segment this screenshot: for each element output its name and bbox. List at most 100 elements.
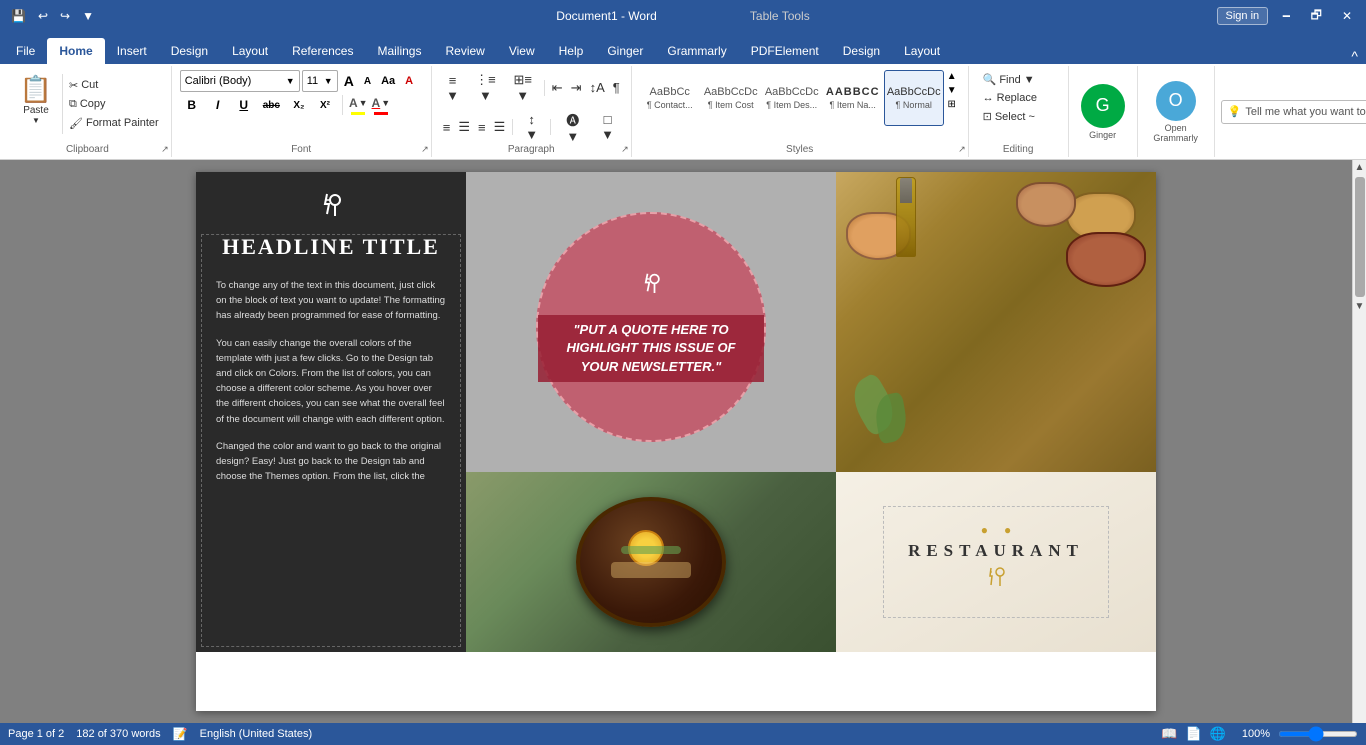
style-item-itemname[interactable]: AABBCC ¶ Item Na... [823, 70, 883, 126]
justify-button[interactable]: ☰ [491, 117, 509, 137]
customize-qat-button[interactable]: ▼ [79, 7, 97, 25]
ginger-icon[interactable]: G [1081, 84, 1125, 128]
save-button[interactable]: 💾 [8, 7, 29, 25]
close-button[interactable]: ✕ [1336, 7, 1358, 25]
subscript-button[interactable]: X₂ [287, 98, 311, 113]
show-marks-button[interactable]: ¶ [610, 78, 623, 97]
align-right-button[interactable]: ≡ [475, 118, 489, 137]
vertical-scrollbar[interactable]: ▲ ▼ [1352, 160, 1366, 723]
grow-font-button[interactable]: A [340, 72, 358, 90]
paragraph-expander[interactable]: ↗ [621, 144, 629, 155]
spice-bowl-2 [1016, 182, 1076, 227]
style-item-itemdes[interactable]: AaBbCcDc ¶ Item Des... [762, 70, 822, 126]
tab-ginger[interactable]: Ginger [595, 38, 655, 64]
body-text-1[interactable]: To change any of the text in this docume… [216, 278, 446, 324]
collapse-ribbon-button[interactable]: ^ [1347, 48, 1362, 64]
print-layout-icon[interactable]: 📄 [1185, 726, 1201, 742]
tab-mailings[interactable]: Mailings [365, 38, 433, 64]
cut-button[interactable]: ✂ Cut [65, 77, 163, 94]
tab-grammarly[interactable]: Grammarly [655, 38, 738, 64]
restore-button[interactable]: 🗗 [1305, 4, 1328, 29]
minimize-button[interactable]: 🗕 [1276, 4, 1297, 29]
sort-button[interactable]: ↕A [587, 78, 608, 97]
format-painter-button[interactable]: 🖌 Format Painter [65, 115, 163, 132]
shading-button[interactable]: 🅐 ▼ [555, 108, 590, 146]
font-color-button[interactable]: A ▼ [371, 95, 392, 111]
style-item-normal[interactable]: AaBbCcDc ¶ Normal [884, 70, 944, 126]
read-mode-icon[interactable]: 📖 [1161, 726, 1177, 742]
styles-scroll-up-button[interactable]: ▲ [944, 70, 960, 83]
title-bar-right: Sign in 🗕 🗗 ✕ [1217, 4, 1358, 29]
italic-button[interactable]: I [206, 96, 230, 114]
align-center-button[interactable]: ☰ [455, 117, 473, 137]
dot-right: ● [1004, 523, 1011, 537]
select-button[interactable]: ⊡ Select ~ [977, 107, 1041, 126]
styles-expander[interactable]: ↗ [958, 144, 966, 155]
zoom-slider[interactable] [1278, 731, 1358, 737]
underline-button[interactable]: U [232, 96, 256, 114]
style-item-itemcost[interactable]: AaBbCcDc ¶ Item Cost [701, 70, 761, 126]
superscript-button[interactable]: X² [313, 98, 337, 113]
text-highlight-button[interactable]: A ▼ [348, 95, 369, 111]
styles-scroll-down-button[interactable]: ▼ [944, 84, 960, 97]
find-button[interactable]: 🔍 Find ▼ [977, 70, 1041, 89]
line-spacing-button[interactable]: ↕ ▼ [517, 110, 546, 144]
tab-home[interactable]: Home [47, 38, 104, 64]
redo-button[interactable]: ↪ [57, 7, 73, 25]
numbering-button[interactable]: ⋮≡ ▼ [467, 70, 503, 105]
page-info: Page 1 of 2 [8, 728, 64, 740]
clear-format-button[interactable]: A [401, 74, 417, 88]
tab-design[interactable]: Design [159, 38, 220, 64]
sign-in-button[interactable]: Sign in [1217, 7, 1269, 25]
language[interactable]: English (United States) [200, 728, 313, 740]
font-name-caret: ▼ [286, 76, 295, 86]
proofing-icon[interactable]: 📝 [173, 727, 188, 741]
align-left-button[interactable]: ≡ [440, 118, 454, 137]
scroll-down-arrow[interactable]: ▼ [1353, 299, 1366, 314]
clipboard-group: 📋 Paste ▼ ✂ Cut ⧉ Copy 🖌 [4, 66, 172, 157]
bullets-button[interactable]: ≡ ▼ [440, 71, 466, 105]
font-expander[interactable]: ↗ [421, 144, 429, 155]
web-layout-icon[interactable]: 🌐 [1210, 726, 1226, 742]
tab-file[interactable]: File [4, 38, 47, 64]
table-tools-label: Table Tools [750, 9, 810, 23]
tab-help[interactable]: Help [547, 38, 596, 64]
styles-more-button[interactable]: ⊞ [944, 98, 960, 111]
style-item-contact[interactable]: AaBbCc ¶ Contact... [640, 70, 700, 126]
food-photo-middle [466, 472, 836, 652]
copy-button[interactable]: ⧉ Copy [65, 96, 163, 113]
paste-button[interactable]: 📋 Paste ▼ [12, 70, 60, 128]
shrink-font-button[interactable]: A [360, 75, 375, 88]
scroll-thumb[interactable] [1355, 177, 1365, 297]
increase-indent-button[interactable]: ⇥ [568, 78, 585, 98]
multilevel-button[interactable]: ⊞≡ ▼ [505, 70, 539, 105]
strikethrough-button[interactable]: abc [258, 98, 285, 113]
tab-pdfelement[interactable]: PDFElement [739, 38, 831, 64]
undo-button[interactable]: ↩ [35, 7, 51, 25]
tab-layout2[interactable]: Layout [892, 38, 952, 64]
scroll-up-arrow[interactable]: ▲ [1353, 160, 1366, 175]
right-column: ● ● RESTAURANT [836, 172, 1156, 652]
tab-insert[interactable]: Insert [105, 38, 159, 64]
highlight-quote[interactable]: "PUT A QUOTE HERE TO HIGHLIGHT THIS ISSU… [538, 315, 764, 382]
open-grammarly-icon[interactable]: O [1156, 81, 1196, 121]
replace-button[interactable]: ↔ Replace [977, 89, 1043, 107]
tell-me-bar[interactable]: 💡 Tell me what you want to do [1221, 100, 1366, 124]
tab-layout[interactable]: Layout [220, 38, 280, 64]
decrease-indent-button[interactable]: ⇤ [549, 78, 566, 98]
font-name-combo[interactable]: Calibri (Body) ▼ [180, 70, 300, 92]
tab-design2[interactable]: Design [831, 38, 892, 64]
body-text-3[interactable]: Changed the color and want to go back to… [216, 439, 446, 485]
middle-column: "PUT A QUOTE HERE TO HIGHLIGHT THIS ISSU… [466, 172, 836, 652]
tab-references[interactable]: References [280, 38, 365, 64]
bold-button[interactable]: B [180, 96, 204, 114]
spice-bowl-3 [1066, 232, 1146, 287]
change-case-button[interactable]: Aa [377, 74, 399, 88]
borders-button[interactable]: □ ▼ [592, 110, 622, 144]
body-text-2[interactable]: You can easily change the overall colors… [216, 336, 446, 427]
font-size-combo[interactable]: 11 ▼ [302, 70, 338, 92]
headline-title: HEADLINE TITLE [216, 234, 446, 260]
tab-view[interactable]: View [497, 38, 547, 64]
clipboard-expander[interactable]: ↗ [161, 144, 169, 155]
tab-review[interactable]: Review [433, 38, 496, 64]
